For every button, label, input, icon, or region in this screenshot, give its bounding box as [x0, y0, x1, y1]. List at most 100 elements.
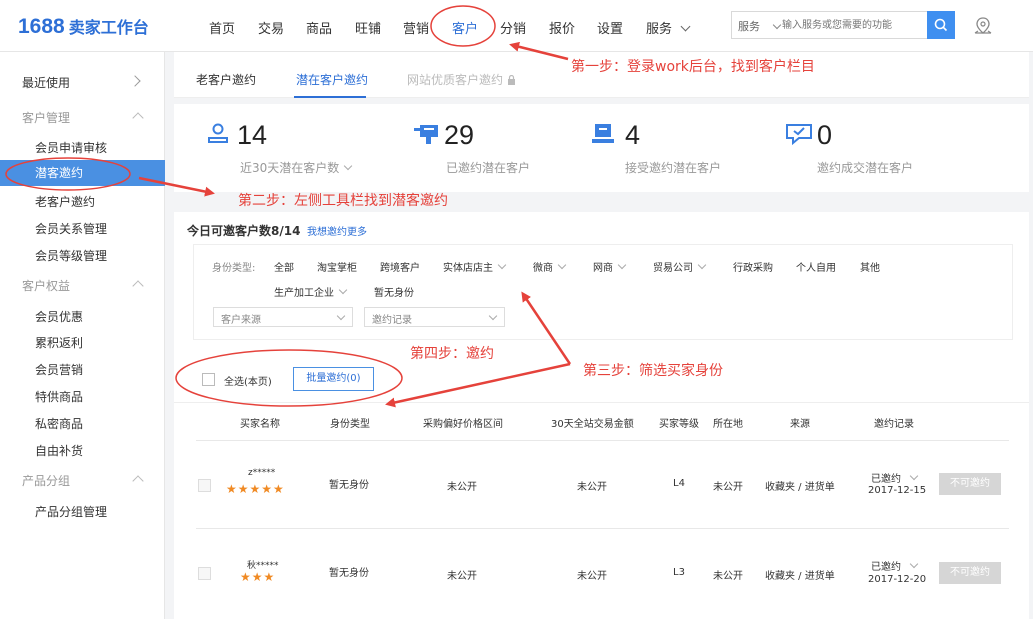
annotation-step3: 第三步：筛选买家身份: [583, 363, 723, 379]
invite-more-link[interactable]: 我想邀约更多: [307, 223, 367, 238]
select-all-label: 全选(本页): [224, 377, 272, 388]
logo-number: 1688: [18, 15, 65, 38]
filter-option-all[interactable]: 全部: [274, 259, 294, 274]
filter-option-online-shop[interactable]: 网商: [593, 259, 627, 274]
invite-record[interactable]: 已邀约: [871, 470, 919, 485]
sidebar-item-member-review[interactable]: 会员申请审核: [35, 139, 107, 156]
nav-products[interactable]: 商品: [306, 18, 332, 37]
sidebar-group-product-groups[interactable]: 产品分组: [22, 472, 70, 489]
row-divider: [196, 528, 1009, 529]
sidebar-group-customer-benefits[interactable]: 客户权益: [22, 277, 70, 294]
sidebar-item-special-products[interactable]: 特供商品: [35, 388, 83, 405]
not-invitable-button[interactable]: 不可邀约: [939, 562, 1001, 584]
filter-option-admin-purchase[interactable]: 行政采购: [733, 259, 773, 274]
chevron-down-icon: [344, 161, 353, 171]
trade-amount: 未公开: [577, 482, 607, 493]
filter-option-taobao[interactable]: 淘宝掌柜: [317, 259, 357, 274]
nav-quote[interactable]: 报价: [549, 18, 575, 37]
tab-quality-label: 网站优质客户邀约: [407, 73, 504, 87]
logo[interactable]: 1688 卖家工作台: [18, 14, 149, 39]
nav-settings[interactable]: 设置: [597, 18, 623, 37]
invite-record[interactable]: 已邀约: [871, 558, 919, 573]
tab-quality-customer-invite[interactable]: 网站优质客户邀约: [407, 71, 516, 88]
nav-services[interactable]: 服务: [646, 18, 691, 37]
sidebar-item-free-restock[interactable]: 自由补货: [35, 442, 83, 459]
sidebar-item-member-relations[interactable]: 会员关系管理: [35, 220, 107, 237]
chevron-down-icon: [772, 20, 782, 30]
chevron-up-icon[interactable]: [132, 280, 144, 292]
buyer-rating-stars: ★★★: [240, 570, 276, 584]
filter-option-personal-use[interactable]: 个人自用: [796, 259, 836, 274]
filter-option-trading-company[interactable]: 贸易公司: [653, 259, 707, 274]
search-category-label: 服务: [738, 20, 760, 33]
tab-prospect-invite[interactable]: 潜在客户邀约: [296, 71, 368, 88]
nav-marketing[interactable]: 营销: [403, 18, 429, 37]
filter-option-manufacturer[interactable]: 生产加工企业: [274, 284, 348, 299]
sidebar-item-member-marketing[interactable]: 会员营销: [35, 361, 83, 378]
sidebar-recent[interactable]: 最近使用: [22, 74, 70, 91]
filter-option-crossborder[interactable]: 跨境客户: [380, 259, 420, 274]
search-button[interactable]: [927, 11, 955, 39]
annotation-step2: 第二步：左侧工具栏找到潜客邀约: [238, 193, 448, 209]
nav-home[interactable]: 首页: [209, 18, 235, 37]
nav-trade[interactable]: 交易: [258, 18, 284, 37]
chevron-down-icon: [557, 260, 567, 270]
location-pin-icon[interactable]: [972, 15, 994, 37]
sidebar-item-prospect-invite[interactable]: 潜客邀约: [0, 160, 165, 186]
chevron-down-icon: [909, 559, 919, 569]
trade-amount: 未公开: [577, 571, 607, 582]
select-all-checkbox[interactable]: [202, 373, 215, 386]
buyer-name: z*****: [248, 468, 276, 478]
sidebar-item-rebate[interactable]: 累积返利: [35, 334, 83, 351]
sidebar-item-product-group-management[interactable]: 产品分组管理: [35, 503, 107, 520]
filter-label: 身份类型:: [212, 263, 256, 274]
chevron-up-icon[interactable]: [132, 475, 144, 487]
active-tab-indicator: [294, 96, 366, 98]
filter-option-physical-store[interactable]: 实体店店主: [443, 259, 507, 274]
chevron-down-icon: [909, 471, 919, 481]
nav-distribution[interactable]: 分销: [500, 18, 526, 37]
nav-shop[interactable]: 旺铺: [355, 18, 381, 37]
filter-option-text: 微商: [533, 263, 553, 274]
stat-label: 已邀约潜在客户: [446, 161, 531, 175]
sidebar-item-member-levels[interactable]: 会员等级管理: [35, 247, 107, 264]
row-checkbox[interactable]: [198, 479, 211, 492]
sidebar-group-customer-management[interactable]: 客户管理: [22, 109, 70, 126]
nav-customers[interactable]: 客户: [452, 18, 478, 37]
main-content: 老客户邀约 潜在客户邀约 网站优质客户邀约 14 近30天潜在客户数 29 已邀…: [174, 52, 1029, 619]
filter-option-text: 网商: [593, 263, 613, 274]
col-price-range: 采购偏好价格区间: [423, 419, 503, 430]
record-dropdown[interactable]: 邀约记录: [364, 307, 505, 327]
invite-date: 2017-12-20: [868, 574, 927, 585]
stat-label: 邀约成交潜在客户: [817, 161, 914, 175]
invite-record-text: 已邀约: [871, 474, 901, 485]
col-buyer-name: 买家名称: [240, 419, 280, 430]
lock-icon: [507, 74, 515, 85]
mailbox-icon: [414, 125, 438, 144]
not-invitable-button[interactable]: 不可邀约: [939, 473, 1001, 495]
search-input[interactable]: [782, 16, 922, 34]
search-category-select[interactable]: 服务: [738, 18, 782, 34]
chevron-down-icon: [488, 311, 498, 321]
sidebar-item-private-products[interactable]: 私密商品: [35, 415, 83, 432]
sidebar-item-member-discount[interactable]: 会员优惠: [35, 308, 83, 325]
buyer-rating-stars: ★★★★★: [226, 482, 285, 496]
tab-old-customer-invite[interactable]: 老客户邀约: [196, 71, 256, 88]
chevron-up-icon[interactable]: [132, 112, 144, 124]
source-dropdown[interactable]: 客户来源: [213, 307, 353, 327]
sidebar-item-old-customer-invite[interactable]: 老客户邀约: [35, 193, 95, 210]
filter-option-no-identity[interactable]: 暂无身份: [374, 284, 414, 299]
batch-invite-button[interactable]: 批量邀约(0): [293, 367, 374, 391]
stat-label[interactable]: 近30天潜在客户数: [240, 159, 353, 176]
chevron-down-icon: [497, 260, 507, 270]
accept-icon: [592, 124, 614, 143]
row-checkbox[interactable]: [198, 567, 211, 580]
stat-label-text: 近30天潜在客户数: [240, 161, 340, 175]
filter-option-other[interactable]: 其他: [860, 259, 880, 274]
chevron-right-icon: [129, 75, 141, 87]
chevron-down-icon: [697, 260, 707, 270]
col-location: 所在地: [713, 419, 743, 430]
search-box: 服务: [731, 11, 955, 39]
filter-option-wechat[interactable]: 微商: [533, 259, 567, 274]
source: 收藏夹 / 进货单: [765, 571, 835, 582]
